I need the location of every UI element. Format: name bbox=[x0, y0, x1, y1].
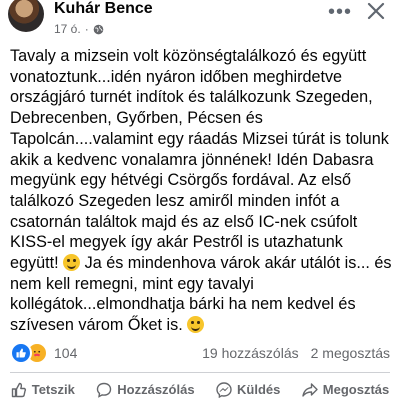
smiley-emoji-icon bbox=[63, 254, 81, 272]
messenger-icon bbox=[216, 381, 232, 398]
like-button[interactable]: Tetszik bbox=[11, 379, 75, 400]
post-time[interactable]: 17 ó. bbox=[54, 22, 81, 36]
like-label: Tetszik bbox=[31, 382, 75, 397]
share-label: Megosztás bbox=[322, 382, 390, 397]
reaction-count: 104 bbox=[54, 345, 78, 361]
author-name[interactable]: Kuhár Bence bbox=[54, 0, 153, 18]
share-count[interactable]: 2 megosztás bbox=[311, 345, 390, 361]
avatar[interactable] bbox=[8, 0, 44, 32]
comment-label: Hozzászólás bbox=[117, 382, 195, 397]
engagement-stats: 19 hozzászólás 2 megosztás bbox=[202, 345, 390, 361]
post-header: Kuhár Bence 17 ó. · ••• bbox=[0, 0, 400, 38]
close-icon[interactable] bbox=[364, 0, 388, 23]
smiley-emoji-icon bbox=[187, 316, 205, 334]
share-button[interactable]: Megosztás bbox=[302, 379, 389, 400]
send-label: Küldés bbox=[237, 382, 281, 397]
thumbs-up-icon bbox=[11, 382, 26, 397]
post-body: Tavaly a mizsein volt közönségtalálkozó … bbox=[10, 46, 394, 336]
comment-button[interactable]: Hozzászólás bbox=[96, 379, 195, 400]
comment-count[interactable]: 19 hozzászólás bbox=[202, 345, 299, 361]
like-reaction-icon bbox=[10, 342, 32, 364]
globe-icon bbox=[93, 24, 104, 34]
comment-icon bbox=[97, 382, 112, 398]
more-options-icon[interactable]: ••• bbox=[328, 2, 352, 22]
post-meta: 17 ó. · bbox=[54, 22, 104, 36]
post-paragraph-1: Tavaly a mizsein volt közönségtalálkozó … bbox=[10, 47, 389, 273]
divider bbox=[10, 372, 390, 373]
send-button[interactable]: Küldés bbox=[216, 379, 280, 400]
share-icon bbox=[302, 382, 318, 397]
reaction-summary[interactable]: 104 bbox=[10, 342, 78, 364]
separator: · bbox=[84, 22, 89, 36]
action-bar: Tetszik Hozzászólás Küldés Megosztás bbox=[0, 379, 400, 400]
